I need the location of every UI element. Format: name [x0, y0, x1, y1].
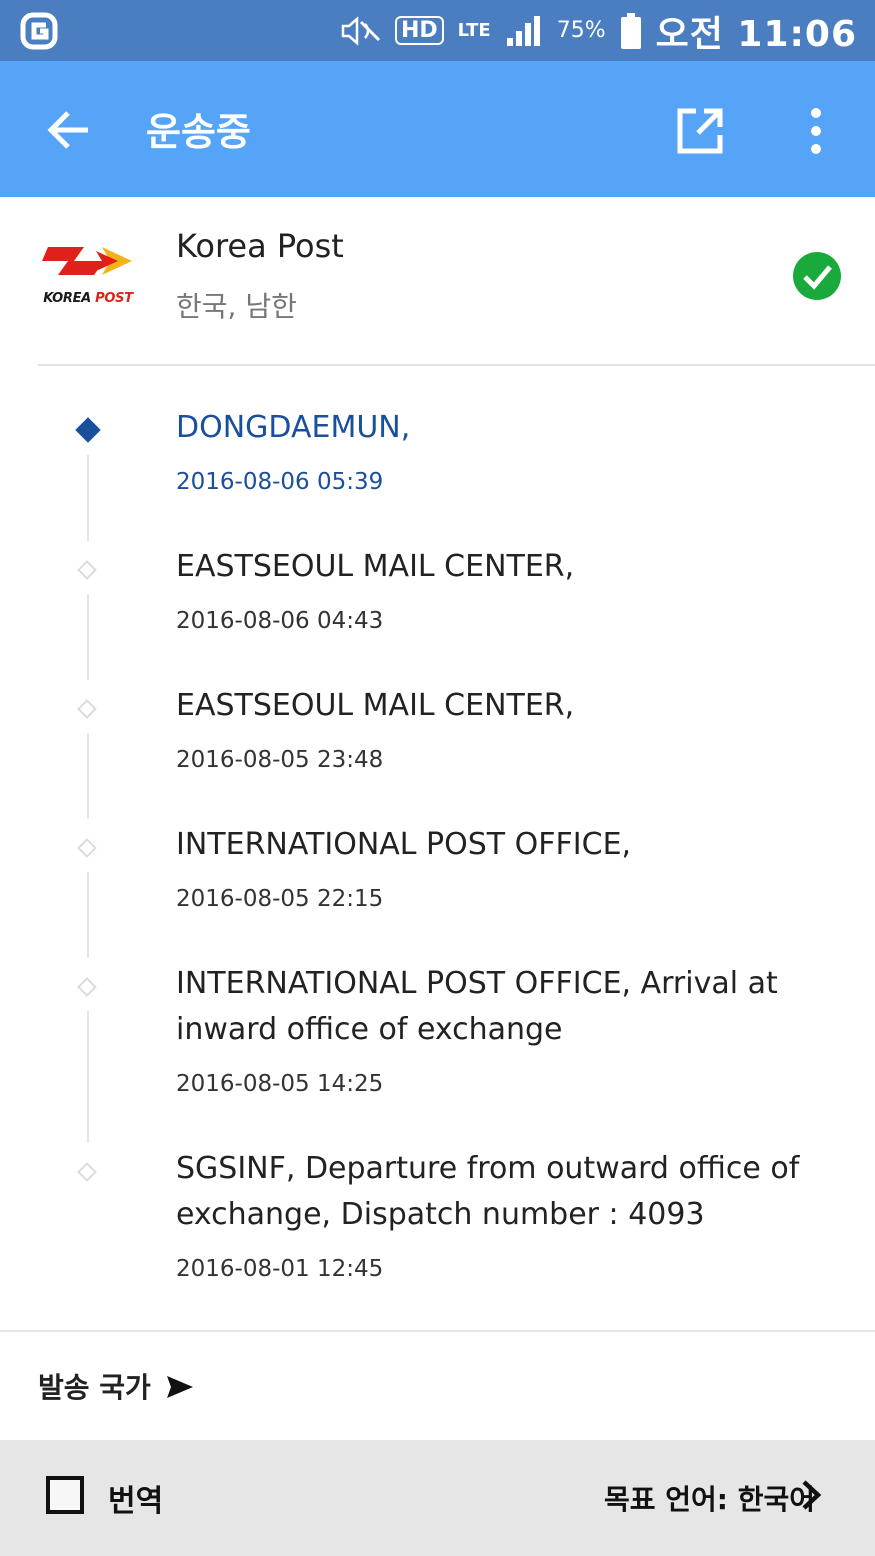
- battery-percent: 75%: [556, 18, 606, 43]
- page-title: 운송중: [146, 110, 251, 154]
- event-location: INTERNATIONAL POST OFFICE, Arrival at in…: [176, 966, 778, 1047]
- chevron-right-icon[interactable]: [798, 1478, 824, 1512]
- timeline-marker: [77, 977, 97, 997]
- timeline-marker: [77, 699, 97, 719]
- send-arrow-icon: [167, 1376, 193, 1398]
- open-external-icon: [677, 108, 723, 154]
- carrier-name: Korea Post: [176, 227, 344, 265]
- timeline-connector: [87, 872, 89, 958]
- event-location: SGSINF, Departure from outward office of…: [176, 1151, 800, 1232]
- event-time: 2016-08-05 23:48: [176, 747, 384, 773]
- timeline-connector: [87, 733, 89, 819]
- hd-voice-badge: HD: [394, 16, 444, 45]
- origin-country-label: 발송 국가: [38, 1371, 151, 1404]
- timeline-marker: [77, 560, 97, 580]
- mute-icon: [341, 15, 380, 46]
- carrier-country: 한국, 남한: [176, 290, 297, 323]
- more-vert-icon: [811, 108, 821, 154]
- event-time: 2016-08-05 22:15: [176, 886, 384, 912]
- back-button[interactable]: [44, 105, 94, 155]
- timeline-marker: [77, 1162, 97, 1182]
- event-time: 2016-08-06 05:39: [176, 469, 384, 495]
- event-location: EASTSEOUL MAIL CENTER,: [176, 549, 575, 584]
- clock-ampm: 오전: [655, 13, 724, 55]
- timeline-marker-current: [75, 417, 101, 443]
- event-location: INTERNATIONAL POST OFFICE,: [176, 827, 632, 862]
- tracking-timeline: DONGDAEMUN, 2016-08-06 05:39 EASTSEOUL M…: [0, 365, 875, 1331]
- timeline-marker: [77, 838, 97, 858]
- carrier-header: KOREA POST Korea Post 한국, 남한: [0, 197, 875, 366]
- translate-label[interactable]: 번역: [108, 1476, 163, 1520]
- battery-icon: [620, 12, 641, 49]
- timeline-connector: [87, 455, 89, 541]
- lte-indicator: LTE: [457, 19, 491, 41]
- clock: 오전 11:06: [656, 5, 857, 57]
- status-bar: HD LTE 75% 오전 11:06: [0, 0, 875, 61]
- signal-icon: [506, 15, 540, 46]
- timeline-connector: [87, 594, 89, 680]
- clock-time: 11:06: [737, 13, 857, 55]
- korea-post-logo-mark: [42, 247, 132, 275]
- delivered-status: [792, 251, 842, 301]
- arrow-left-icon: [47, 111, 88, 149]
- target-language-selector[interactable]: 목표 언어: 한국어: [604, 1478, 815, 1518]
- event-location: EASTSEOUL MAIL CENTER,: [176, 688, 575, 723]
- check-circle-icon: [793, 252, 841, 300]
- app-bar: 운송중: [0, 61, 875, 197]
- translate-checkbox[interactable]: [46, 1476, 84, 1514]
- timeline-connector: [87, 1011, 89, 1143]
- more-options-button[interactable]: [798, 105, 834, 157]
- origin-country-row[interactable]: 발송 국가: [0, 1332, 875, 1440]
- event-time: 2016-08-06 04:43: [176, 608, 384, 634]
- korea-post-logo: KOREA POST: [40, 239, 136, 309]
- event-time: 2016-08-01 12:45: [176, 1256, 384, 1282]
- g-logo-icon: [20, 12, 58, 49]
- translate-bar: 번역 목표 언어: 한국어: [0, 1440, 875, 1556]
- event-location: DONGDAEMUN,: [176, 410, 411, 445]
- event-time: 2016-08-05 14:25: [176, 1071, 384, 1097]
- open-external-button[interactable]: [674, 105, 726, 157]
